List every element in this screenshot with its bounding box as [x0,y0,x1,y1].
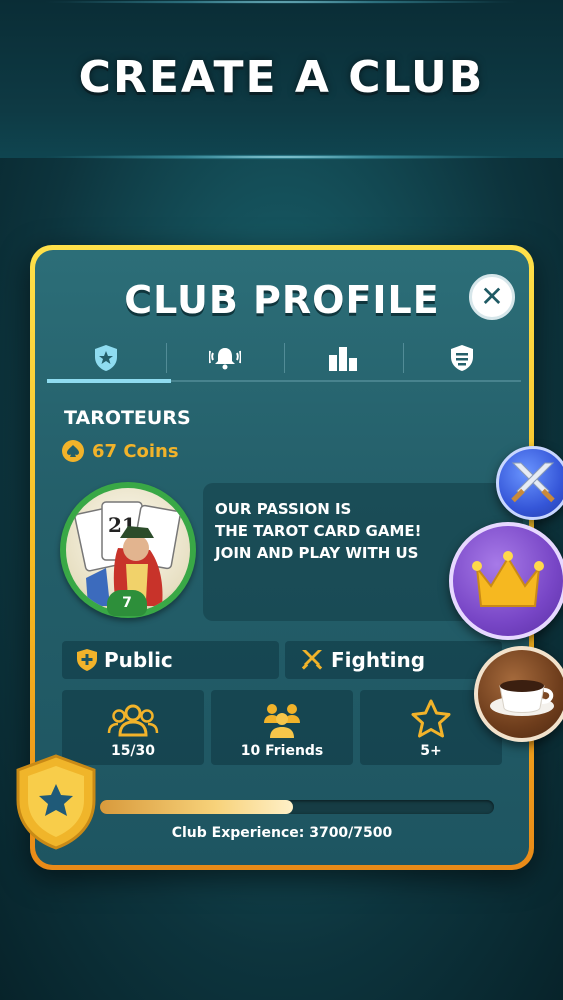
club-name: TAROTEURS [64,407,191,429]
friends-count: 10 Friends [240,743,324,759]
members-count: 15/30 [110,743,156,759]
club-experience-fill [100,800,294,814]
header-glow-top [0,0,563,4]
tab-rankings[interactable] [284,335,403,381]
club-style-label: Fighting [331,648,426,672]
coin-spade-icon [62,440,84,462]
tab-club-info[interactable] [47,335,166,381]
club-experience-label: Club Experience: 3700/7500 [171,825,393,841]
club-coins: 67 Coins [62,440,179,462]
min-level-value: 5+ [420,743,442,759]
close-icon: ✕ [480,280,504,313]
crossed-swords-icon [301,650,323,670]
shield-star-icon [95,345,118,371]
coffee-button[interactable] [474,646,563,742]
bell-icon [208,348,241,370]
profile-tabs [47,335,521,381]
header-glow-bottom [0,154,563,160]
club-rank-shield-icon [16,754,96,850]
star-icon [411,699,451,738]
members-icon [107,704,159,737]
coffee-cup-icon [490,680,554,716]
active-tab-indicator [47,379,171,383]
shield-plus-icon [77,649,97,671]
friends-stat: 10 Friends [211,690,353,765]
close-button[interactable]: ✕ [469,274,515,320]
visibility-label: Public [104,648,173,672]
crown-button[interactable] [449,522,563,640]
coins-value: 67 Coins [92,440,179,462]
club-level-badge: 7 [107,590,147,616]
crown-icon [472,551,544,607]
visibility-setting[interactable]: Public [62,641,279,679]
friends-icon [264,704,300,738]
tab-notifications[interactable] [165,335,285,381]
promo-headline: CREATE A CLUB [78,52,485,103]
rules-shield-icon [450,345,473,371]
battle-button[interactable] [496,446,563,520]
club-style-setting[interactable]: Fighting [285,641,502,679]
panel-title: CLUB PROFILE [124,278,440,322]
club-experience-bar [100,800,494,814]
bar-chart-icon [329,347,358,371]
tab-rules[interactable] [402,335,522,381]
swords-icon [511,462,555,503]
